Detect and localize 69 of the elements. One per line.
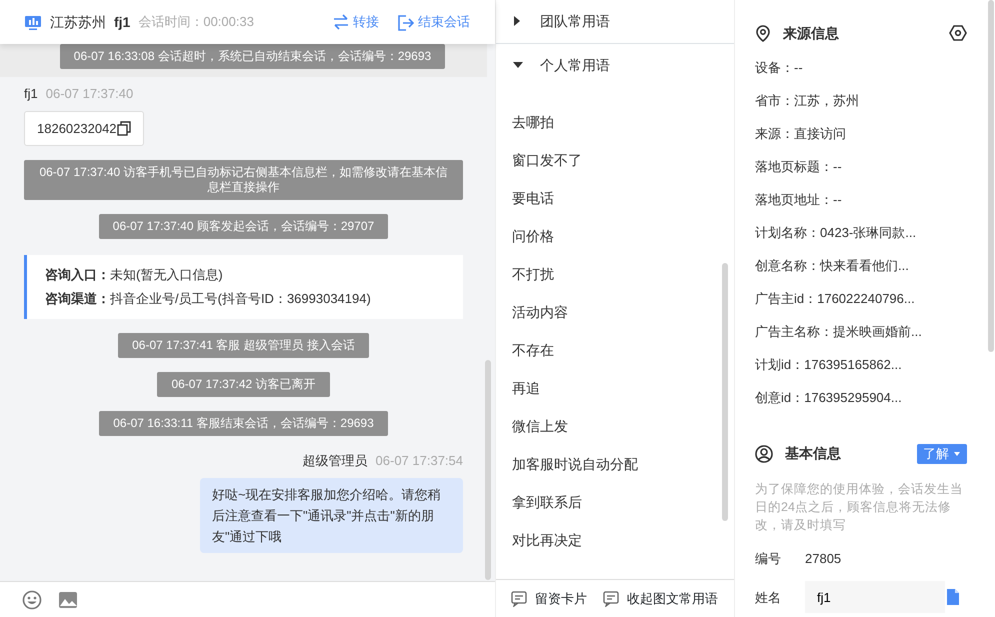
info-field: 省市：江苏，苏州: [755, 84, 967, 117]
info-field: 落地页地址：--: [755, 182, 967, 216]
system-message: 06-07 16:33:11 客服结束会话，会话编号：29693: [99, 411, 388, 436]
info-field: 广告主名称：提米映画婚前...: [755, 314, 967, 348]
phrase-item[interactable]: 拿到联系后: [496, 482, 734, 521]
location-pin-icon: [755, 24, 771, 42]
notice-text: 为了保障您的使用体验，会话发生当日的24点之后，顾客信息将无法修改，请及时填写: [755, 480, 964, 534]
group-header[interactable]: 团队常用语: [496, 0, 734, 44]
phrase-item[interactable]: 再追: [496, 368, 734, 407]
collapse-phrases-button[interactable]: 收起图文常用语: [603, 588, 718, 608]
message-icon: [511, 590, 527, 606]
field-label: 编号: [755, 550, 781, 568]
field-label: 咨询渠道：: [45, 290, 110, 308]
info-field: 计划名称：0423-张琳同款...: [755, 216, 967, 249]
phrase-item[interactable]: 加客服时说自动分配: [496, 444, 734, 483]
monitor-icon: [24, 14, 42, 30]
message-text: 18260232042: [37, 120, 117, 138]
swap-icon: [332, 14, 349, 30]
settings-icon[interactable]: [949, 24, 967, 42]
region-label: 江苏苏州: [50, 12, 106, 32]
info-field: 创意名称：快来看看他们...: [755, 248, 967, 282]
field-value: 抖音企业号/员工号(抖音号ID：36993034194): [110, 290, 371, 308]
section-title: 来源信息: [783, 24, 839, 43]
sender-name: 超级管理员: [302, 452, 368, 470]
system-message: 06-07 16:33:08 会话超时，系统已自动结束会话，会话编号：29693: [60, 44, 446, 69]
system-message: 06-07 17:37:41 客服 超级管理员 接入会话: [118, 333, 369, 358]
copy-icon[interactable]: [116, 120, 131, 136]
phrase-item[interactable]: 问价格: [496, 216, 734, 255]
field-value: 未知(暂无入口信息): [110, 266, 223, 284]
phrase-item[interactable]: 对比再决定: [496, 520, 734, 559]
visitor-name: fj1: [114, 12, 130, 32]
group-header[interactable]: 个人常用语: [496, 44, 734, 87]
message-time: 06-07 17:37:40: [46, 85, 134, 103]
scrollbar[interactable]: [722, 263, 728, 521]
lead-card-button[interactable]: 留资卡片: [511, 588, 587, 608]
system-message: 06-07 17:37:40 访客手机号已自动标记右侧基本信息栏，如需修改请在基本信息栏直接操作: [24, 160, 463, 200]
scrollbar[interactable]: [485, 360, 491, 580]
exit-icon: [397, 14, 414, 30]
scrollbar[interactable]: [988, 0, 994, 352]
system-message: 06-07 17:37:40 顾客发起会话，会话编号：29707: [98, 214, 388, 240]
section-title: 基本信息: [785, 444, 841, 464]
info-field: 设备：--: [755, 50, 967, 84]
system-message: 06-07 17:37:42 访客已离开: [157, 372, 330, 398]
info-field: 落地页标题：--: [755, 150, 967, 183]
phrase-item[interactable]: 微信上发: [496, 406, 734, 445]
image-icon[interactable]: [58, 590, 78, 610]
phrase-item[interactable]: 活动内容: [496, 292, 734, 331]
info-field: 创意id：176395295904...: [755, 380, 967, 414]
document-icon[interactable]: [945, 588, 961, 606]
info-field: 广告主id：176022240796...: [755, 282, 967, 315]
session-timer: 会话时间：00:00:33: [138, 13, 254, 31]
caret-down-icon: [953, 450, 961, 458]
name-field[interactable]: fj1: [805, 581, 945, 614]
phrase-item[interactable]: 去哪拍: [496, 102, 734, 141]
user-circle-icon: [755, 444, 773, 463]
field-value: 27805: [805, 550, 842, 568]
message-icon: [603, 590, 619, 606]
message-bubble: 好哒~现在安排客服加您介绍哈。请您稍后注意查看一下"通讯录"并点击"新的朋友"通过下哦: [200, 478, 463, 553]
phrase-item[interactable]: 窗口发不了: [496, 140, 734, 179]
smiley-icon[interactable]: [22, 590, 42, 610]
info-field: 来源：直接访问: [755, 116, 967, 150]
field-label: 姓名: [755, 588, 781, 606]
phrase-item[interactable]: 不存在: [496, 330, 734, 369]
info-field: 计划id：176395165862...: [755, 348, 967, 381]
field-label: 咨询入口：: [45, 266, 110, 284]
message-time: 06-07 17:37:54: [376, 452, 463, 470]
phrase-item[interactable]: 不打扰: [496, 254, 734, 293]
phrase-item[interactable]: 要电话: [496, 178, 734, 217]
sender-name: fj1: [24, 85, 38, 103]
